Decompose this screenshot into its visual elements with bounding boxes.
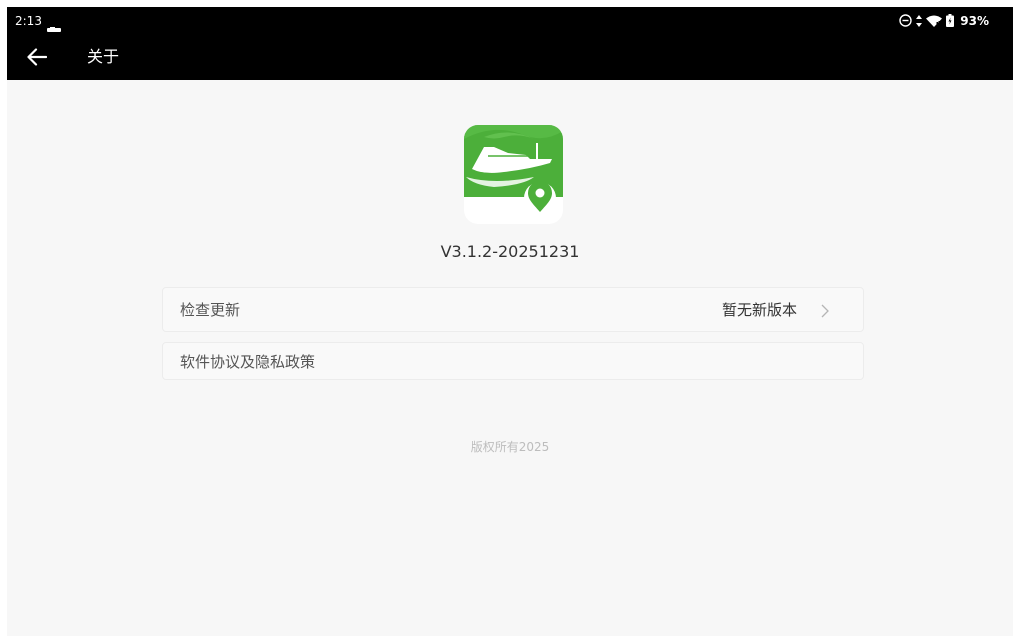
privacy-policy-label: 软件协议及隐私政策 <box>180 353 316 371</box>
about-content: V3.1.2-20251231 检查更新 暂无新版本 软件协议及隐私政策 版权所… <box>7 80 1013 636</box>
check-update-row[interactable]: 检查更新 暂无新版本 <box>162 287 864 332</box>
data-arrows-icon <box>916 12 923 31</box>
status-bar: 2:13 93% <box>7 7 1013 35</box>
copyright-text: 版权所有2025 <box>470 440 550 454</box>
status-time: 2:13 <box>15 14 42 28</box>
arrow-left-icon <box>27 48 47 66</box>
screen: 2:13 93% 关于 V3.1.2-20251231 检查更新 暂无新版本 软… <box>7 7 1013 636</box>
page-title: 关于 <box>87 47 120 66</box>
wifi-icon <box>926 12 943 31</box>
version-text: V3.1.2-20251231 <box>440 242 580 261</box>
back-button[interactable] <box>21 43 53 71</box>
chevron-right-icon <box>821 303 829 322</box>
check-update-label: 检查更新 <box>180 301 241 319</box>
update-status-text: 暂无新版本 <box>721 301 797 319</box>
battery-percentage: 93% <box>960 14 989 28</box>
app-logo <box>464 125 563 224</box>
privacy-policy-row[interactable]: 软件协议及隐私政策 <box>162 342 864 380</box>
app-bar: 关于 <box>7 35 1013 80</box>
boat-location-app-icon <box>464 125 563 224</box>
battery-icon <box>946 12 955 31</box>
do-not-disturb-icon <box>899 12 912 31</box>
status-icons: 93% <box>899 12 989 30</box>
